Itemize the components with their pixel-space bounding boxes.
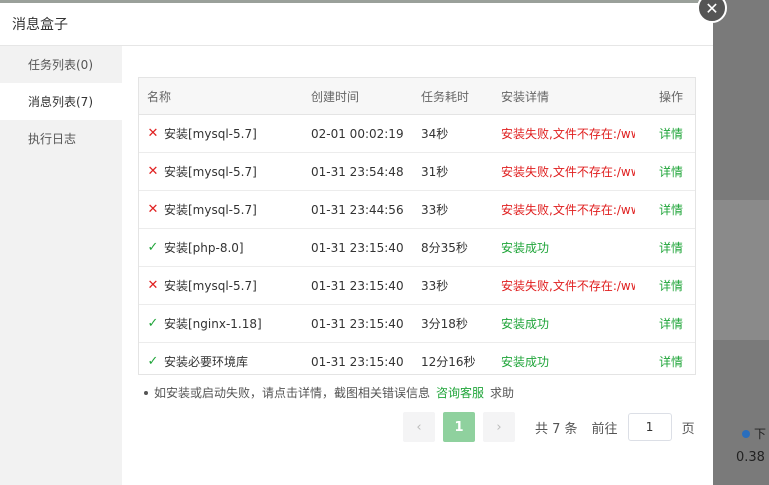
contact-support-link[interactable]: 咨询客服 [436, 384, 484, 401]
background-legend: 下 [742, 425, 766, 442]
cell-detail: 安装成功 [501, 317, 550, 331]
total-count: 共 7 条 [535, 421, 578, 437]
table-body: ✕ 安装[mysql-5.7] 02-01 00:02:19 34秒 安装失败,文件不存… [139, 115, 695, 374]
task-name: 安装[mysql-5.7] [164, 165, 257, 179]
cell-duration: 34秒 [421, 127, 449, 141]
cell-detail: 安装失败,文件不存在:/www [501, 165, 635, 179]
goto-label: 前往 [591, 421, 618, 437]
task-name: 安装[mysql-5.7] [164, 127, 257, 141]
task-name: 安装必要环境库 [164, 355, 249, 369]
check-icon: ✓ [147, 316, 159, 331]
background-value: 0.38 [736, 450, 765, 465]
task-name: 安装[nginx-1.18] [164, 317, 262, 331]
cell-duration: 33秒 [421, 203, 449, 217]
cell-name: ✓ 安装[php-8.0] [139, 239, 311, 256]
table-row: ✕ 安装[mysql-5.7] 01-31 23:15:40 33秒 安装失败,文件不存… [139, 267, 695, 305]
table-row: ✓ 安装[nginx-1.18] 01-31 23:15:40 3分18秒 安装成功 详情 [139, 305, 695, 343]
header-detail: 安装详情 [501, 89, 550, 104]
detail-link[interactable]: 详情 [659, 241, 683, 255]
detail-link[interactable]: 详情 [659, 127, 683, 141]
sidebar-item-label: 执行日志 [28, 132, 77, 146]
task-name: 安装[php-8.0] [164, 241, 244, 255]
cell-name: ✓ 安装[nginx-1.18] [139, 315, 311, 332]
tip-suffix: 求助 [490, 386, 515, 400]
sidebar-item-execution-log[interactable]: 执行日志 [0, 120, 122, 157]
cross-icon: ✕ [147, 164, 159, 179]
next-page-button[interactable]: › [483, 412, 515, 442]
detail-link[interactable]: 详情 [659, 279, 683, 293]
sidebar-item-task-list[interactable]: 任务列表(0) [0, 46, 122, 83]
task-name: 安装[mysql-5.7] [164, 203, 257, 217]
cell-created: 01-31 23:15:40 [311, 354, 404, 369]
table-row: ✓ 安装[php-8.0] 01-31 23:15:40 8分35秒 安装成功 详情 [139, 229, 695, 267]
table-row: ✕ 安装[mysql-5.7] 02-01 00:02:19 34秒 安装失败,文件不存… [139, 115, 695, 153]
cell-detail: 安装成功 [501, 241, 550, 255]
cell-created: 01-31 23:44:56 [311, 202, 404, 217]
table-header: 名称 创建时间 任务耗时 安装详情 操作 [139, 78, 695, 115]
detail-link[interactable]: 详情 [659, 203, 683, 217]
cell-created: 01-31 23:15:40 [311, 316, 404, 331]
cell-duration: 33秒 [421, 279, 449, 293]
message-table: 名称 创建时间 任务耗时 安装详情 操作 ✕ 安装[mysql-5.7] 02-01… [138, 77, 696, 375]
sidebar-item-label: 消息列表(7) [28, 95, 93, 109]
check-icon: ✓ [147, 354, 159, 369]
dialog-main: 名称 创建时间 任务耗时 安装详情 操作 ✕ 安装[mysql-5.7] 02-01… [122, 46, 713, 485]
cell-duration: 31秒 [421, 165, 449, 179]
cell-detail: 安装失败,文件不存在:/www [501, 127, 635, 141]
background-panel [713, 200, 769, 340]
cell-detail: 安装成功 [501, 355, 550, 369]
cell-duration: 3分18秒 [421, 317, 468, 331]
detail-link[interactable]: 详情 [659, 317, 683, 331]
table-row: ✓ 安装必要环境库 01-31 23:15:40 12分16秒 安装成功 详情 [139, 343, 695, 374]
page-number-1[interactable]: 1 [443, 412, 475, 442]
check-icon: ✓ [147, 240, 159, 255]
cell-name: ✕ 安装[mysql-5.7] [139, 201, 311, 218]
page-unit-label: 页 [681, 421, 695, 437]
bullet-icon [144, 390, 148, 395]
header-op: 操作 [659, 89, 684, 104]
prev-page-button[interactable]: ‹ [403, 412, 435, 442]
cross-icon: ✕ [147, 278, 159, 293]
help-tip: 如安装或启动失败，请点击详情，截图相关错误信息 咨询客服 求助 [144, 384, 514, 401]
cell-name: ✓ 安装必要环境库 [139, 353, 311, 370]
cell-created: 01-31 23:15:40 [311, 240, 404, 255]
detail-link[interactable]: 详情 [659, 165, 683, 179]
cell-duration: 12分16秒 [421, 355, 476, 369]
header-duration: 任务耗时 [421, 89, 470, 104]
cell-created: 02-01 00:02:19 [311, 126, 404, 141]
cell-detail: 安装失败,文件不存在:/www [501, 203, 635, 217]
cell-name: ✕ 安装[mysql-5.7] [139, 277, 311, 294]
header-created: 创建时间 [311, 89, 360, 104]
cell-name: ✕ 安装[mysql-5.7] [139, 163, 311, 180]
cell-created: 01-31 23:54:48 [311, 164, 404, 179]
sidebar-item-message-list[interactable]: 消息列表(7) [0, 83, 122, 120]
goto-page-input[interactable] [627, 413, 672, 441]
task-name: 安装[mysql-5.7] [164, 279, 257, 293]
table-row: ✕ 安装[mysql-5.7] 01-31 23:54:48 31秒 安装失败,文件不存… [139, 153, 695, 191]
message-box-dialog: 消息盒子 ✕ 任务列表(0) 消息列表(7) 执行日志 名称 创建时间 任务耗时… [0, 0, 727, 485]
dialog-title: 消息盒子 [12, 17, 68, 33]
dialog-sidebar: 任务列表(0) 消息列表(7) 执行日志 [0, 46, 122, 485]
dialog-header: 消息盒子 [0, 3, 713, 46]
header-name: 名称 [147, 89, 172, 104]
detail-link[interactable]: 详情 [659, 355, 683, 369]
legend-dot-icon [742, 429, 750, 438]
table-row: ✕ 安装[mysql-5.7] 01-31 23:44:56 33秒 安装失败,文件不存… [139, 191, 695, 229]
cell-created: 01-31 23:15:40 [311, 278, 404, 293]
cell-detail: 安装失败,文件不存在:/www [501, 279, 635, 293]
pagination: ‹ 1 › 共 7 条 前往 页 [403, 412, 695, 442]
cell-name: ✕ 安装[mysql-5.7] [139, 125, 311, 142]
cross-icon: ✕ [147, 126, 159, 141]
cell-duration: 8分35秒 [421, 241, 468, 255]
tip-text: 如安装或启动失败，请点击详情，截图相关错误信息 [154, 386, 431, 400]
cross-icon: ✕ [147, 202, 159, 217]
sidebar-item-label: 任务列表(0) [28, 58, 93, 72]
background-legend-label: 下 [754, 427, 767, 441]
